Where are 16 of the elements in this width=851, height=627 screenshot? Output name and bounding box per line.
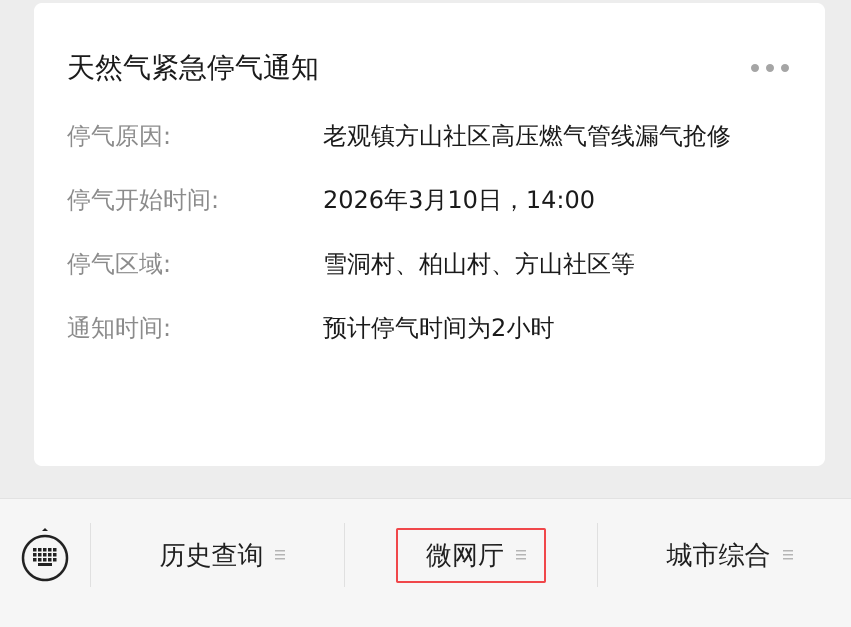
field-label: 通知时间: (67, 313, 172, 344)
menu-item[interactable]: 微网厅 (396, 528, 546, 582)
field-label: 停气区域: (67, 249, 172, 280)
menu-item[interactable]: 城市综合 (636, 528, 813, 582)
field-label: 停气开始时间: (67, 185, 220, 216)
menu-lines-icon (516, 549, 526, 561)
field-value: 雪洞村、柏山村、方山社区等 (323, 249, 636, 280)
menu-lines-icon (782, 549, 793, 561)
menu-lines-icon (275, 549, 286, 561)
field-label: 停气原因: (67, 121, 172, 152)
field-value: 老观镇方山社区高压燃气管线漏气抢修 (323, 121, 732, 152)
field-value: 2026年3月10日，14:00 (323, 185, 596, 216)
notice-title: 天然气紧急停气通知 (67, 50, 319, 86)
keyboard-icon[interactable] (21, 527, 69, 583)
menu-item[interactable]: 历史查询 (129, 528, 306, 582)
field-value: 预计停气时间为2小时 (323, 313, 556, 344)
